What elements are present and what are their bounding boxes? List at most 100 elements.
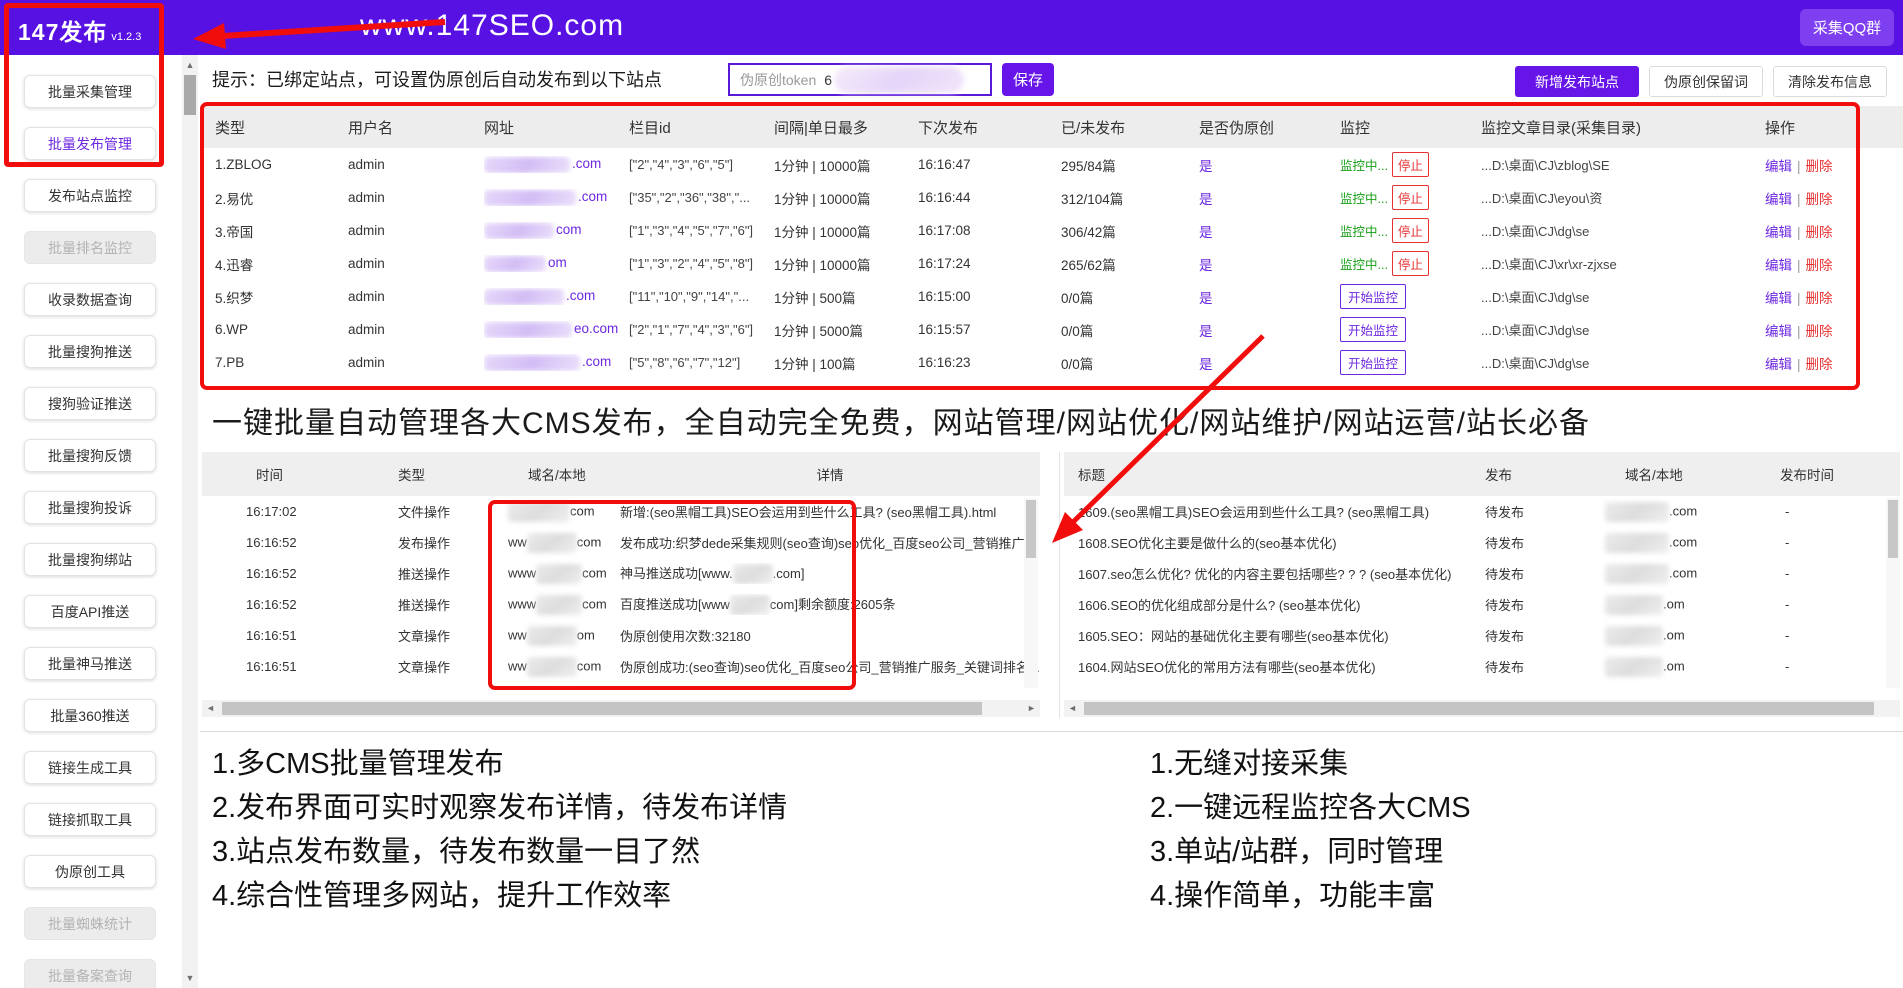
panel-divider (1059, 452, 1060, 718)
pending-row: 1606.SEO的优化组成部分是什么? (seo基本优化)待发布.om- (1064, 589, 1900, 620)
pending-publish-time: - (1760, 566, 1900, 581)
edit-link[interactable]: 编辑 (1765, 192, 1792, 207)
site-url-cell[interactable]: com (484, 222, 629, 238)
site-column-ids: ["2","1","7","4","3","6"] (629, 322, 774, 337)
add-publish-site-button[interactable]: 新增发布站点 (1515, 66, 1639, 97)
site-url-cell[interactable]: om (484, 255, 629, 271)
sidebar-item-6[interactable]: 批量搜狗推送 (24, 335, 156, 368)
pending-table-scrollbar-thumb[interactable] (1888, 500, 1898, 558)
site-type: 7.PB (215, 355, 348, 370)
edit-link[interactable]: 编辑 (1765, 225, 1792, 240)
clear-publish-info-button[interactable]: 清除发布信息 (1773, 66, 1887, 97)
delete-link[interactable]: 删除 (1806, 192, 1833, 207)
sidebar-item-2[interactable]: 批量发布管理 (24, 127, 156, 160)
site-next-publish: 16:16:47 (918, 157, 1061, 172)
sidebar-scrollbar[interactable]: ▲ ▼ (182, 55, 198, 988)
sidebar-item-12[interactable]: 批量神马推送 (24, 647, 156, 680)
start-monitor-button[interactable]: 开始监控 (1340, 284, 1406, 309)
sidebar-item-8[interactable]: 批量搜狗反馈 (24, 439, 156, 472)
stop-monitor-button[interactable]: 停止 (1392, 185, 1429, 210)
pending-domain-suffix: .om (1663, 627, 1685, 642)
pending-publish-time: - (1760, 504, 1900, 519)
site-table-row: 3.帝国admincom["1","3","4","5","7","6"]1分钟… (202, 214, 1903, 247)
pending-title: 1609.(seo黑帽工具)SEO会运用到些什么工具? (seo黑帽工具) (1078, 502, 1470, 521)
delete-link[interactable]: 删除 (1806, 258, 1833, 273)
sidebar-item-3[interactable]: 发布站点监控 (24, 179, 156, 212)
log-detail-text: .com] (773, 566, 805, 581)
sidebar-item-16[interactable]: 伪原创工具 (24, 855, 156, 888)
save-button[interactable]: 保存 (1002, 63, 1054, 96)
pending-table-hscrollbar-thumb[interactable] (1084, 702, 1874, 715)
log-time: 16:16:52 (238, 597, 380, 612)
start-monitor-button[interactable]: 开始监控 (1340, 350, 1406, 375)
log-table-hscrollbar-thumb[interactable] (222, 702, 982, 715)
site-url-suffix[interactable]: .com (578, 189, 607, 204)
pseudo-reserve-words-button[interactable]: 伪原创保留词 (1649, 66, 1763, 97)
site-username: admin (348, 256, 484, 271)
site-url-cell[interactable]: .com (484, 288, 629, 304)
edit-link[interactable]: 编辑 (1765, 357, 1792, 372)
stop-monitor-button[interactable]: 停止 (1392, 218, 1429, 243)
site-url-cell[interactable]: .com (484, 189, 629, 205)
start-monitor-button[interactable]: 开始监控 (1340, 317, 1406, 342)
site-url-cell[interactable]: eo.com (484, 321, 629, 337)
site-url-suffix[interactable]: com (556, 222, 582, 237)
site-url-cell[interactable]: .com (484, 156, 629, 172)
stop-monitor-button[interactable]: 停止 (1392, 152, 1429, 177)
edit-link[interactable]: 编辑 (1765, 291, 1792, 306)
sidebar: 批量采集管理批量发布管理发布站点监控批量排名监控收录数据查询批量搜狗推送搜狗验证… (0, 55, 180, 988)
site-url-suffix[interactable]: .com (572, 156, 601, 171)
sidebar-item-9[interactable]: 批量搜狗投诉 (24, 491, 156, 524)
pseudo-token-input[interactable]: 伪原创token 6 (728, 63, 992, 96)
sidebar-item-18: 批量备案查询 (24, 959, 156, 988)
sidebar-item-14[interactable]: 链接生成工具 (24, 751, 156, 784)
edit-link[interactable]: 编辑 (1765, 258, 1792, 273)
site-table-header: 类型 (215, 117, 348, 138)
edit-link[interactable]: 编辑 (1765, 159, 1792, 174)
log-domain-prefix: www (508, 565, 536, 580)
log-type: 文章操作 (380, 657, 508, 676)
site-url-suffix[interactable]: .com (582, 354, 611, 369)
site-url-suffix[interactable]: eo.com (574, 321, 618, 336)
scroll-down-icon[interactable]: ▼ (182, 970, 198, 986)
log-table-hscrollbar[interactable]: ◄ ► (202, 700, 1040, 717)
sidebar-item-5[interactable]: 收录数据查询 (24, 283, 156, 316)
token-value: 6 (824, 72, 832, 88)
scroll-left-icon[interactable]: ◄ (1064, 700, 1081, 717)
log-table-scrollbar[interactable] (1024, 498, 1038, 688)
redacted-domain-blur (536, 595, 582, 615)
log-domain-suffix: com (570, 503, 595, 518)
sidebar-scrollbar-thumb[interactable] (184, 75, 196, 115)
edit-link[interactable]: 编辑 (1765, 324, 1792, 339)
site-url-suffix[interactable]: .com (566, 288, 595, 303)
redacted-domain-blur (484, 256, 546, 272)
scroll-left-icon[interactable]: ◄ (202, 700, 219, 717)
log-detail-text: 百度推送成功[www (620, 597, 730, 612)
log-table-scrollbar-thumb[interactable] (1026, 500, 1036, 558)
sidebar-item-15[interactable]: 链接抓取工具 (24, 803, 156, 836)
qq-group-button[interactable]: 采集QQ群 (1800, 9, 1894, 46)
sidebar-item-13[interactable]: 批量360推送 (24, 699, 156, 732)
sidebar-item-7[interactable]: 搜狗验证推送 (24, 387, 156, 420)
delete-link[interactable]: 删除 (1806, 357, 1833, 372)
site-table-header-row: 类型用户名网址栏目id间隔|单日最多下次发布已/未发布是否伪原创监控监控文章目录… (202, 106, 1903, 148)
site-monitor-directory: ...D:\桌面\CJ\xr\xr-zjxse (1481, 254, 1765, 273)
action-separator: | (1797, 291, 1801, 306)
promo-banner-text: 一键批量自动管理各大CMS发布，全自动完全免费，网站管理/网站优化/网站维护/网… (212, 398, 1590, 442)
sidebar-item-1[interactable]: 批量采集管理 (24, 75, 156, 108)
delete-link[interactable]: 删除 (1806, 159, 1833, 174)
log-time: 16:16:52 (238, 535, 380, 550)
scroll-right-icon[interactable]: ► (1023, 700, 1040, 717)
delete-link[interactable]: 删除 (1806, 225, 1833, 240)
delete-link[interactable]: 删除 (1806, 324, 1833, 339)
sidebar-item-10[interactable]: 批量搜狗绑站 (24, 543, 156, 576)
site-url-cell[interactable]: .com (484, 354, 629, 370)
delete-link[interactable]: 删除 (1806, 291, 1833, 306)
scroll-up-icon[interactable]: ▲ (182, 57, 198, 73)
sidebar-item-11[interactable]: 百度API推送 (24, 595, 156, 628)
stop-monitor-button[interactable]: 停止 (1392, 251, 1429, 276)
pending-table-scrollbar[interactable] (1886, 498, 1900, 688)
site-url-suffix[interactable]: om (548, 255, 567, 270)
log-detail-text: 神马推送成功[www. (620, 566, 733, 581)
pending-table-hscrollbar[interactable]: ◄ (1064, 700, 1900, 717)
